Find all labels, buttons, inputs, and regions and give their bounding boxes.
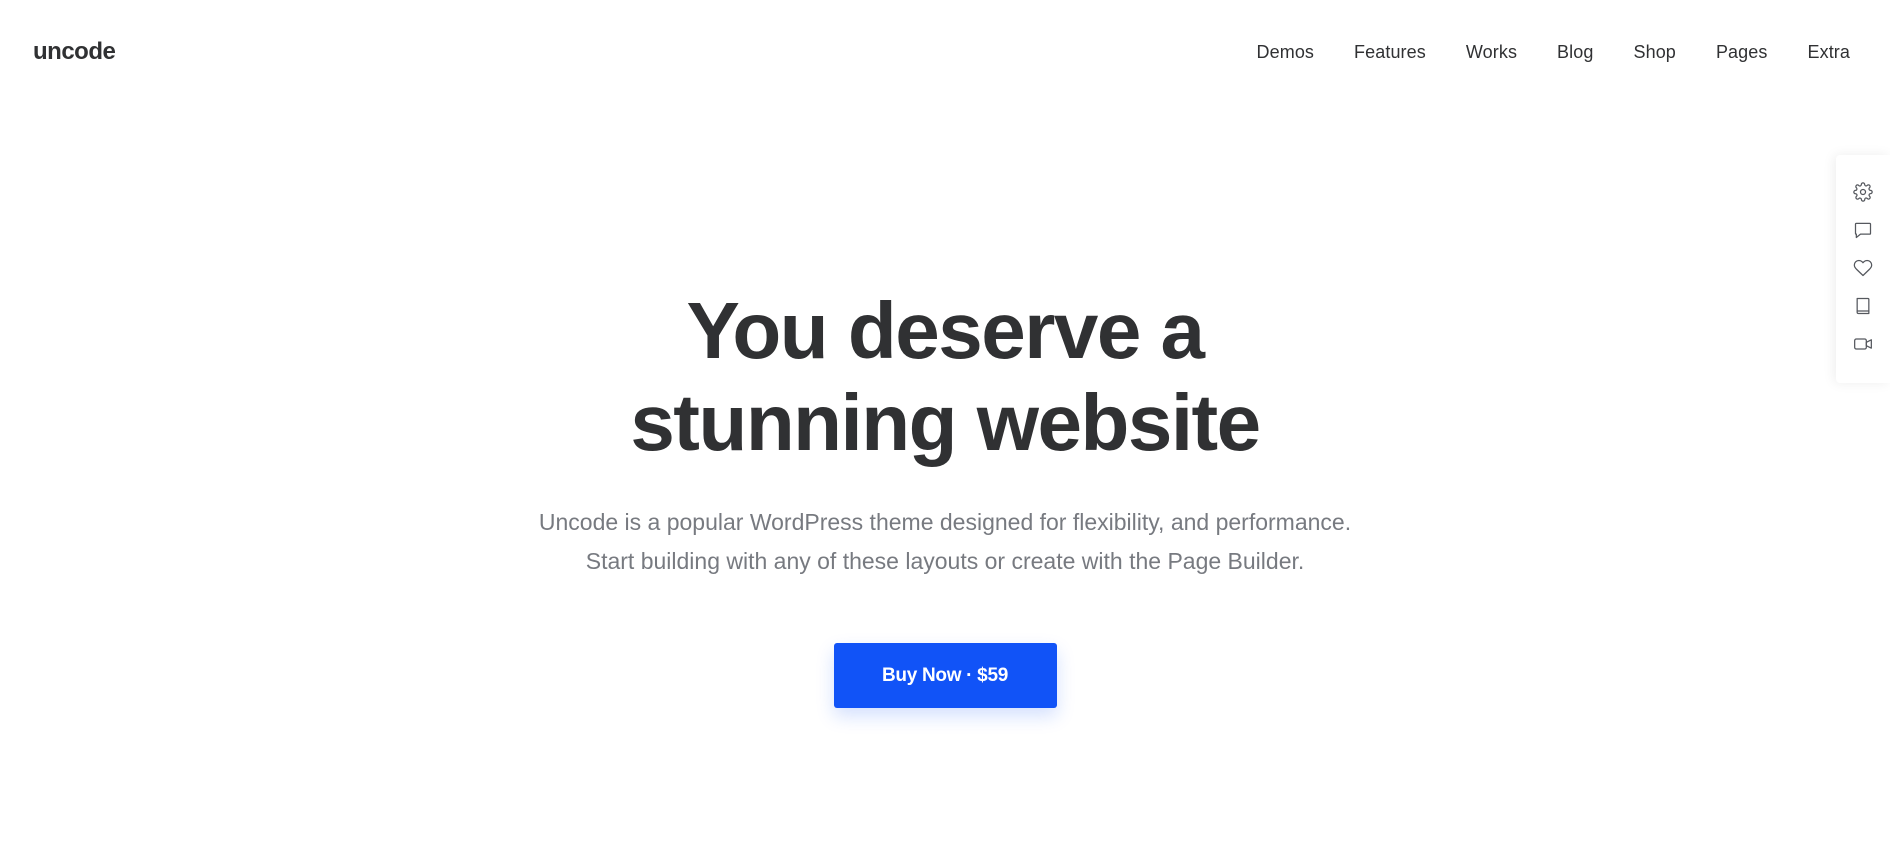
site-header: uncode Demos Features Works Blog Shop Pa…: [0, 0, 1890, 104]
nav-link-features[interactable]: Features: [1354, 42, 1426, 62]
chat-bubble-icon[interactable]: [1852, 219, 1874, 240]
hero-section: You deserve a stunning website Uncode is…: [0, 285, 1890, 708]
nav-item-shop: Shop: [1633, 40, 1675, 64]
gear-icon[interactable]: [1852, 181, 1874, 202]
nav-item-works: Works: [1466, 40, 1517, 64]
hero-title-line-2: stunning website: [630, 378, 1261, 467]
nav-link-works[interactable]: Works: [1466, 42, 1517, 62]
hero-title: You deserve a stunning website: [545, 285, 1345, 469]
nav-item-demos: Demos: [1257, 40, 1315, 64]
hero-subtitle-line-2: Start building with any of these layouts…: [585, 548, 1305, 574]
nav-link-blog[interactable]: Blog: [1557, 42, 1593, 62]
nav-link-shop[interactable]: Shop: [1633, 42, 1675, 62]
video-camera-icon[interactable]: [1852, 333, 1874, 354]
heart-icon[interactable]: [1852, 257, 1874, 278]
hero-subtitle-line-1: Uncode is a popular WordPress theme desi…: [538, 509, 1352, 535]
nav-link-demos[interactable]: Demos: [1257, 42, 1315, 62]
book-icon[interactable]: [1852, 295, 1874, 316]
nav-list: Demos Features Works Blog Shop Pages Ext…: [1257, 40, 1850, 64]
hero-subtitle: Uncode is a popular WordPress theme desi…: [0, 503, 1890, 581]
nav-item-extra: Extra: [1807, 40, 1850, 64]
nav-link-extra[interactable]: Extra: [1807, 42, 1850, 62]
nav-item-blog: Blog: [1557, 40, 1593, 64]
hero-title-line-1: You deserve a: [686, 286, 1205, 375]
nav-item-features: Features: [1354, 40, 1426, 64]
site-logo[interactable]: uncode: [33, 38, 116, 66]
nav-link-pages[interactable]: Pages: [1716, 42, 1768, 62]
buy-now-button[interactable]: Buy Now · $59: [833, 643, 1057, 708]
page: uncode Demos Features Works Blog Shop Pa…: [0, 0, 1890, 867]
nav-item-pages: Pages: [1716, 40, 1768, 64]
side-tools-panel: [1836, 155, 1890, 383]
